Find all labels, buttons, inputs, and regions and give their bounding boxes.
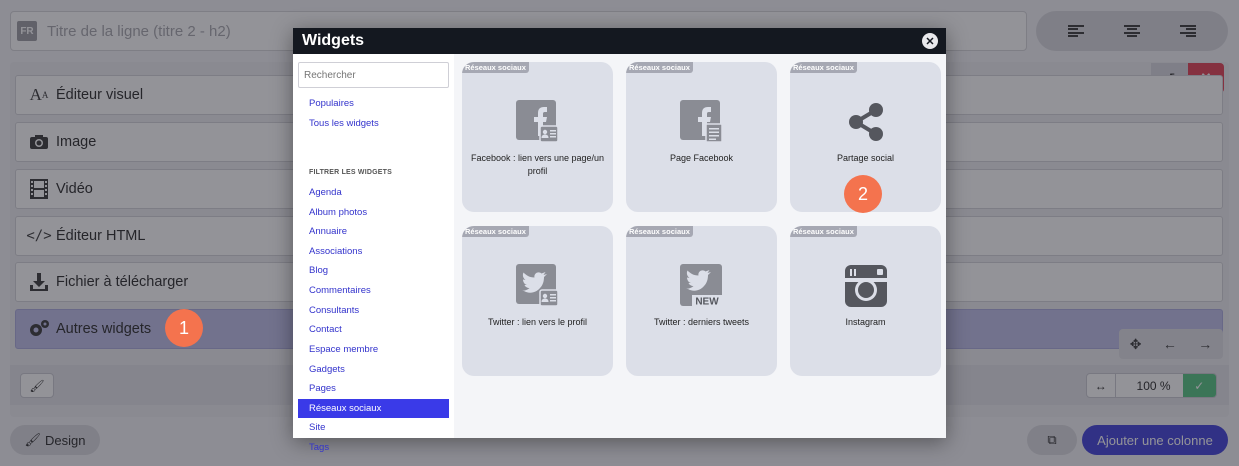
new-badge-text: NEW xyxy=(695,297,719,308)
modal-title: Widgets xyxy=(302,32,365,49)
widget-card-twitter-latest[interactable]: Réseaux sociaux NEW Twitter : derniers t… xyxy=(626,226,777,376)
category-link[interactable]: Site xyxy=(309,422,325,433)
category-link[interactable]: Associations xyxy=(309,246,362,257)
card-label: Page Facebook xyxy=(669,153,734,163)
category-link-active[interactable]: Réseaux sociaux xyxy=(298,399,449,418)
card-category-tag: Réseaux sociaux xyxy=(462,62,529,73)
callout-1: 1 xyxy=(165,309,203,347)
instagram-icon xyxy=(844,265,887,307)
category-link[interactable]: Contact xyxy=(309,324,342,335)
category-link[interactable]: Commentaires xyxy=(309,285,371,296)
widget-card-twitter-profile[interactable]: Réseaux sociaux Twitter : lien vers le p… xyxy=(462,226,613,376)
twitter-new-icon: NEW xyxy=(679,264,722,308)
widget-card-facebook-profile[interactable]: Réseaux sociaux Facebook : lien vers une… xyxy=(462,62,613,212)
twitter-profile-icon xyxy=(515,264,559,307)
callout-2: 2 xyxy=(844,175,882,213)
card-label: Instagram xyxy=(845,317,886,327)
category-link[interactable]: Agenda xyxy=(309,187,342,198)
category-link[interactable]: Consultants xyxy=(309,305,359,316)
widgets-modal: Widgets ✕ Populaires Tous les widgets FI… xyxy=(293,28,946,453)
category-link[interactable]: Tags xyxy=(309,442,329,453)
widget-grid: Réseaux sociaux Facebook : lien vers une… xyxy=(454,54,946,438)
category-link[interactable]: Annuaire xyxy=(309,226,347,237)
facebook-page-icon xyxy=(679,100,723,143)
facebook-profile-icon xyxy=(515,100,559,143)
card-label: Partage social xyxy=(836,153,895,163)
category-link[interactable]: Gadgets xyxy=(309,364,345,375)
card-category-tag: Réseaux sociaux xyxy=(790,62,857,73)
card-category-tag: Réseaux sociaux xyxy=(626,62,693,73)
category-link[interactable]: Album photos xyxy=(309,207,367,218)
share-icon xyxy=(848,103,883,141)
search-input[interactable] xyxy=(298,62,449,88)
nav-link-popular[interactable]: Populaires xyxy=(309,98,354,109)
nav-link-all-widgets[interactable]: Tous les widgets xyxy=(309,118,379,129)
widget-card-facebook-page[interactable]: Réseaux sociaux Page Facebook xyxy=(626,62,777,212)
card-category-tag: Réseaux sociaux xyxy=(626,226,693,237)
card-label: Facebook : lien vers une page/un profil xyxy=(470,153,605,176)
modal-header: Widgets ✕ xyxy=(293,28,946,54)
card-label: Twitter : derniers tweets xyxy=(653,317,750,327)
close-icon[interactable]: ✕ xyxy=(922,33,938,49)
modal-sidebar: Populaires Tous les widgets FILTRER LES … xyxy=(293,54,454,453)
category-link[interactable]: Espace membre xyxy=(309,344,378,355)
card-category-tag: Réseaux sociaux xyxy=(462,226,529,237)
filter-heading: FILTRER LES WIDGETS xyxy=(309,169,393,176)
category-link[interactable]: Pages xyxy=(309,383,336,394)
category-link[interactable]: Blog xyxy=(309,265,328,276)
widget-card-instagram[interactable]: Réseaux sociaux Instagram xyxy=(790,226,941,376)
card-category-tag: Réseaux sociaux xyxy=(790,226,857,237)
card-label: Twitter : lien vers le profil xyxy=(487,317,588,327)
